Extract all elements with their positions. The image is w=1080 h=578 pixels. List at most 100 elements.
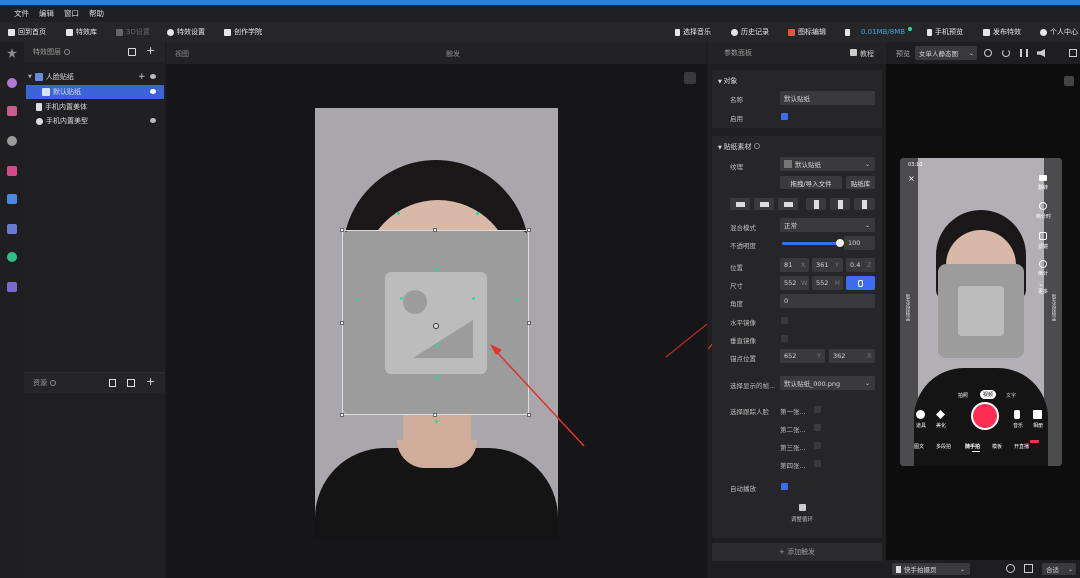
- target-icon[interactable]: [984, 49, 992, 57]
- add-trigger-button[interactable]: + 添加触发: [712, 543, 882, 561]
- makeup-tool-icon[interactable]: [7, 106, 17, 116]
- add-sublayer-icon[interactable]: +: [138, 72, 146, 82]
- object-section-title[interactable]: ▼ 对象: [718, 76, 737, 86]
- face4-checkbox[interactable]: [814, 460, 821, 467]
- template-select[interactable]: 女单人静态图 ⌄: [915, 46, 977, 60]
- refresh-icon[interactable]: [1002, 49, 1010, 57]
- album-icon[interactable]: [1033, 410, 1042, 419]
- pause-icon[interactable]: [1020, 49, 1028, 57]
- home-button[interactable]: 回到首页: [8, 27, 46, 37]
- hand-tool-icon[interactable]: [1064, 76, 1074, 86]
- eye-icon[interactable]: [150, 118, 156, 123]
- layer-row-face-shape[interactable]: 手机内置美型: [24, 114, 165, 128]
- layer-tool-icon[interactable]: [7, 282, 17, 292]
- view-canvas[interactable]: 视图 触发: [166, 42, 707, 578]
- sticker-library-button[interactable]: 贴纸库: [846, 176, 875, 189]
- face-sticker-tool-icon[interactable]: [7, 78, 17, 88]
- effect-settings-button[interactable]: 特效设置: [167, 27, 205, 37]
- camera-flip-icon[interactable]: [1039, 175, 1047, 181]
- align-right-button[interactable]: [778, 198, 798, 210]
- add-resource-icon[interactable]: +: [146, 375, 155, 388]
- align-left-button[interactable]: [730, 198, 750, 210]
- bottom-tab-image-text[interactable]: 图文: [914, 443, 924, 450]
- face-tool-icon[interactable]: [7, 136, 17, 146]
- name-input[interactable]: 默认贴纸: [780, 91, 875, 105]
- autoplay-checkbox[interactable]: [781, 483, 788, 490]
- opacity-input[interactable]: 100: [844, 236, 875, 250]
- timer-icon[interactable]: [1039, 202, 1047, 210]
- effects-library-button[interactable]: 特效库: [66, 27, 97, 37]
- fit-select[interactable]: 合适 ⌄: [1042, 563, 1076, 575]
- crop-icon[interactable]: [1024, 564, 1033, 573]
- sticker-section-title[interactable]: ▼ 贴纸素材: [718, 142, 760, 152]
- history-button[interactable]: 历史记录: [731, 27, 769, 37]
- choose-music-button[interactable]: 选择音乐: [675, 27, 711, 37]
- filter-tool-icon[interactable]: [7, 166, 17, 176]
- add-folder-icon[interactable]: [128, 48, 136, 56]
- flip-vertical-checkbox[interactable]: [781, 335, 788, 342]
- mode-tab-photo[interactable]: 拍照: [958, 392, 968, 399]
- filter-icon[interactable]: [1039, 232, 1047, 240]
- menu-window[interactable]: 窗口: [64, 8, 79, 19]
- align-hcenter-button[interactable]: [754, 198, 774, 210]
- import-file-icon[interactable]: [109, 379, 116, 387]
- publish-button[interactable]: 发布特效: [983, 27, 1021, 37]
- phone-preview-button[interactable]: 手机预览: [927, 27, 963, 37]
- expand-icon[interactable]: [1069, 49, 1077, 57]
- profile-button[interactable]: 个人中心: [1040, 27, 1078, 37]
- frame-select[interactable]: 默认贴纸_000.png ⌄: [780, 376, 875, 390]
- bottom-tab-quick[interactable]: 随手拍: [965, 443, 980, 450]
- screenshot-icon[interactable]: [1006, 564, 1015, 573]
- size-h-input[interactable]: 552 H: [812, 276, 843, 290]
- add-layer-icon[interactable]: +: [146, 44, 155, 57]
- device-select[interactable]: 快手拍摄页 ⌄: [892, 563, 970, 575]
- position-x-input[interactable]: 81 X: [780, 258, 809, 272]
- volume-icon[interactable]: [1037, 49, 1045, 57]
- bottom-tab-multi[interactable]: 多段拍: [936, 443, 951, 450]
- opacity-slider-knob[interactable]: [836, 239, 844, 247]
- position-z-input[interactable]: 0.4 Z: [846, 258, 875, 272]
- face2-checkbox[interactable]: [814, 424, 821, 431]
- sticker-2d-tool-icon[interactable]: [7, 194, 17, 204]
- mode-tab-text[interactable]: 文字: [1006, 392, 1016, 399]
- angle-input[interactable]: 0: [780, 294, 875, 308]
- size-w-input[interactable]: 552 W: [780, 276, 809, 290]
- 3d-settings-button[interactable]: 3D设置: [116, 27, 150, 37]
- more-chevron-icon[interactable]: ⌄: [1038, 280, 1044, 288]
- countdown-icon[interactable]: [1039, 260, 1047, 268]
- align-vcenter-button[interactable]: [830, 198, 850, 210]
- lock-ratio-button[interactable]: [846, 276, 875, 290]
- texture-select[interactable]: 默认贴纸 ⌄: [780, 157, 875, 171]
- face1-checkbox[interactable]: [814, 406, 821, 413]
- record-button[interactable]: [971, 402, 999, 430]
- opacity-slider-track[interactable]: [782, 242, 840, 245]
- academy-button[interactable]: 创作学院: [224, 27, 262, 37]
- loop-settings-button[interactable]: 调整循环: [782, 504, 822, 526]
- flip-horizontal-checkbox[interactable]: [781, 317, 788, 324]
- menu-file[interactable]: 文件: [14, 8, 29, 19]
- layer-row-default-sticker[interactable]: 默认贴纸: [26, 85, 164, 99]
- eye-icon[interactable]: [150, 74, 156, 79]
- bottom-tab-template[interactable]: 模板: [992, 443, 1002, 450]
- icon-edit-button[interactable]: 图标编辑: [788, 27, 826, 37]
- new-resource-icon[interactable]: [127, 379, 135, 387]
- bottom-tab-live[interactable]: 开直播: [1014, 443, 1029, 450]
- particle-tool-icon[interactable]: [7, 252, 17, 262]
- eye-icon[interactable]: [150, 89, 156, 94]
- props-icon[interactable]: [916, 410, 925, 419]
- anchor-x-input[interactable]: 652 Y: [780, 349, 825, 363]
- enabled-checkbox[interactable]: [781, 113, 788, 120]
- mode-tab-video[interactable]: 视频: [980, 390, 997, 399]
- image-tool-icon[interactable]: [7, 224, 17, 234]
- menu-edit[interactable]: 编辑: [39, 8, 54, 19]
- align-top-button[interactable]: [806, 198, 826, 210]
- position-y-input[interactable]: 361 Y: [812, 258, 843, 272]
- music-icon[interactable]: [1014, 410, 1020, 419]
- layer-row-body-beauty[interactable]: 手机内置美体: [24, 100, 165, 114]
- blend-mode-select[interactable]: 正常 ⌄: [780, 218, 875, 232]
- anchor-y-input[interactable]: 362 X: [829, 349, 875, 363]
- drag-import-button[interactable]: 拖拽/导入文件: [780, 176, 842, 189]
- star-icon[interactable]: [7, 48, 17, 58]
- layer-row-face-sticker[interactable]: ▼ 人脸贴纸 +: [24, 70, 165, 84]
- face3-checkbox[interactable]: [814, 442, 821, 449]
